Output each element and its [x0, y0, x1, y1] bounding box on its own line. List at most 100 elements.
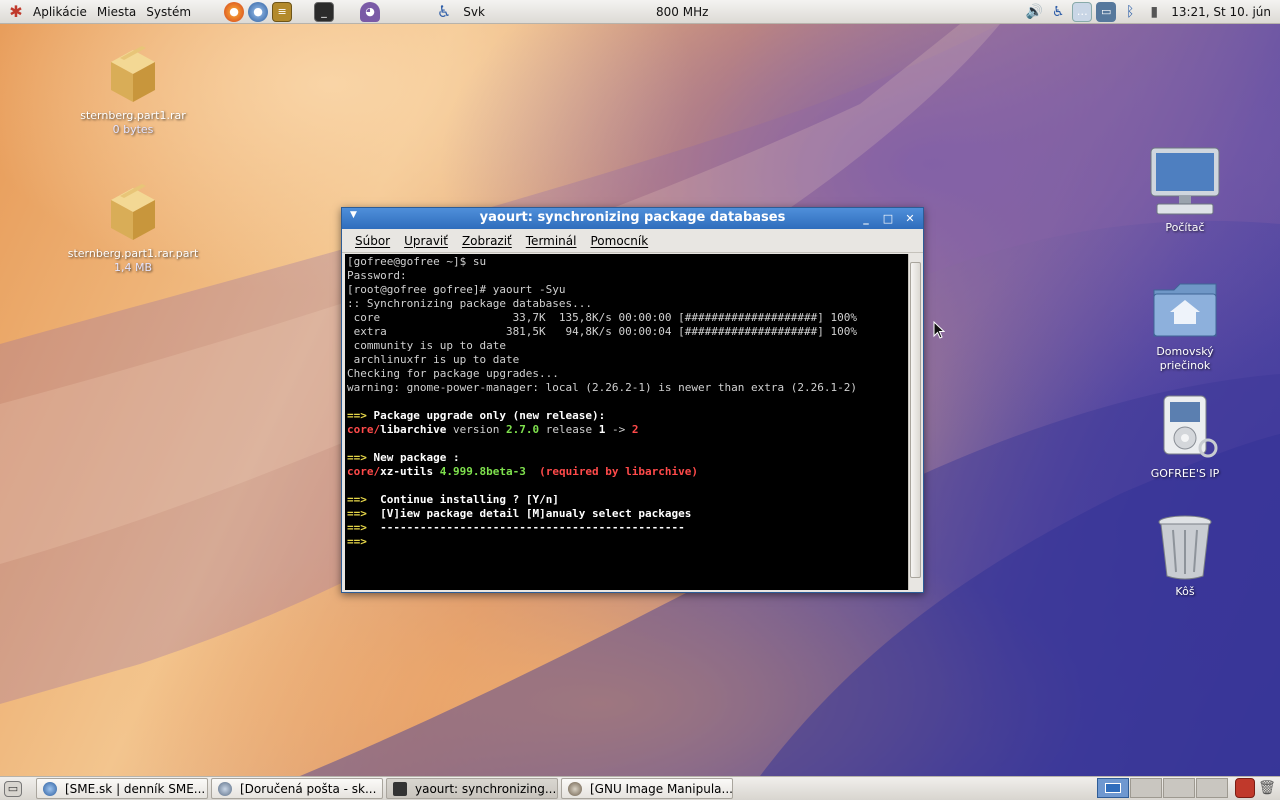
window-title: yaourt: synchronizing package databases: [479, 210, 786, 225]
taskbar-item-terminal[interactable]: yaourt: synchronizing...: [386, 778, 558, 799]
taskbar-item-gimp[interactable]: [GNU Image Manipula...: [561, 778, 733, 799]
show-desktop-icon[interactable]: ▭: [4, 780, 22, 797]
archive-icon: [111, 184, 155, 240]
terminal-line: archlinuxfr is up to date: [347, 353, 520, 366]
clock[interactable]: 13:21, St 10. jún: [1166, 5, 1276, 19]
chat-tray-icon[interactable]: …: [1072, 1, 1093, 22]
workspace-4[interactable]: [1196, 778, 1228, 798]
terminal-release: 2: [631, 423, 639, 436]
workspace-1[interactable]: [1097, 778, 1129, 798]
menu-file[interactable]: Súbor: [355, 234, 390, 248]
terminal-window[interactable]: ▼ yaourt: synchronizing package database…: [341, 207, 924, 593]
taskbar-item-label: [GNU Image Manipula...: [590, 781, 733, 796]
terminal-text: ----------------------------------------…: [380, 521, 685, 534]
mouse-cursor-icon: [933, 321, 945, 339]
accessibility-tray-icon[interactable]: ♿: [1048, 2, 1068, 22]
desktop-icon-sternberg-part1-rar-part[interactable]: sternberg.part1.rar.part 1,4 MB: [58, 182, 208, 275]
terminal-text: ->: [605, 423, 632, 436]
desktop-icon-home-folder[interactable]: Domovský priečinok: [1110, 280, 1260, 373]
network-tray-icon[interactable]: ▭: [1096, 1, 1117, 22]
maximize-button[interactable]: □: [879, 211, 897, 226]
terminal-text: [V]iew package detail [M]anualy select p…: [380, 507, 692, 520]
workspace-3[interactable]: [1163, 778, 1195, 798]
menu-view[interactable]: Zobraziť: [462, 234, 512, 248]
taskbar-item-firefox[interactable]: [SME.sk | denník SME...: [36, 778, 208, 799]
terminal-arrow: ==>: [347, 451, 367, 464]
bottom-panel: ▭ [SME.sk | denník SME... [Doručená pošt…: [0, 776, 1280, 800]
terminal-launcher-icon[interactable]: _: [314, 1, 335, 22]
close-button[interactable]: ✕: [901, 211, 919, 226]
terminal-line: [root@gofree gofree]# yaourt -Syu: [347, 283, 566, 296]
workspace-2[interactable]: [1130, 778, 1162, 798]
desktop-icon-label: Domovský priečinok: [1156, 345, 1214, 372]
firefox-icon: [43, 781, 57, 796]
workspace-window-thumb: [1105, 783, 1121, 793]
menu-applications[interactable]: Aplikácie: [28, 5, 92, 19]
volume-icon[interactable]: 🔊: [1024, 2, 1044, 22]
terminal-text: release: [539, 423, 599, 436]
terminal-line: warning: gnome-power-manager: local (2.2…: [347, 381, 857, 394]
terminal-line: core/libarchive version 2.7.0 release 1 …: [347, 423, 906, 437]
terminal-line: extra 381,5K 94,8K/s 00:00:04 [#########…: [347, 325, 857, 338]
terminal-arrow: ==>: [347, 409, 367, 422]
window-titlebar[interactable]: ▼ yaourt: synchronizing package database…: [342, 208, 923, 229]
thunderbird-launcher-icon[interactable]: ●: [248, 1, 269, 22]
desktop-icon-ipod[interactable]: GOFREE'S IP: [1110, 394, 1260, 481]
terminal-line: :: Synchronizing package databases...: [347, 297, 593, 310]
menu-system[interactable]: Systém: [141, 5, 196, 19]
taskbar-item-thunderbird[interactable]: [Doručená pošta - sk...: [211, 778, 383, 799]
desktop-icon-sternberg-part1-rar[interactable]: sternberg.part1.rar 0 bytes: [58, 44, 208, 137]
terminal-text: Package upgrade only (new release):: [373, 409, 606, 422]
terminal-line: [gofree@gofree ~]$ su: [347, 255, 487, 268]
desktop-icon-trash[interactable]: Kôš: [1110, 512, 1260, 599]
trash-icon: [1158, 515, 1212, 580]
computer-icon: [1150, 147, 1220, 215]
scrollbar-thumb[interactable]: [910, 262, 921, 578]
home-folder-icon: [1153, 283, 1217, 337]
terminal-scrollbar[interactable]: [908, 254, 921, 590]
menu-edit[interactable]: Upraviť: [404, 234, 448, 248]
terminal-repo: core/: [347, 465, 381, 478]
desktop-icon-label: Kôš: [1175, 585, 1195, 598]
terminal-output[interactable]: [gofree@gofree ~]$ su Password: [root@gofr…: [345, 254, 908, 590]
terminal-line: Checking for package upgrades...: [347, 367, 559, 380]
terminal-icon: [393, 781, 407, 796]
terminal-line: community is up to date: [347, 339, 506, 352]
menu-terminal[interactable]: Terminál: [526, 234, 577, 248]
thunderbird-icon: [218, 781, 232, 796]
firefox-launcher-icon[interactable]: ●: [224, 1, 245, 22]
terminal-line: core/xz-utils 4.999.8beta-3 (required by…: [347, 465, 906, 479]
terminal-text: (required by libarchive): [539, 465, 699, 478]
desktop-icon-label: sternberg.part1.rar.part: [67, 247, 199, 260]
bluetooth-icon[interactable]: ᛒ: [1120, 2, 1140, 22]
terminal-line: ==> Continue installing ? [Y/n]: [347, 493, 906, 507]
window-menubar: Súbor Upraviť Zobraziť Terminál Pomocník: [342, 229, 923, 253]
terminal-version: 4.999.8beta-3: [439, 465, 526, 478]
terminal-arrow: ==>: [347, 521, 367, 534]
cpu-frequency-indicator[interactable]: 800 MHz: [532, 5, 832, 19]
terminal-line: ==> Package upgrade only (new release):: [347, 409, 906, 423]
pidgin-launcher-icon[interactable]: ◕: [360, 1, 381, 22]
desktop-icon-size: 0 bytes: [112, 123, 154, 136]
terminal-text: Continue installing ? [Y/n]: [380, 493, 559, 506]
minimize-button[interactable]: _: [857, 211, 875, 226]
trash-applet-icon[interactable]: 🗑: [1257, 778, 1277, 798]
menu-places[interactable]: Miesta: [92, 5, 141, 19]
desktop-icon-computer[interactable]: Počítač: [1110, 146, 1260, 235]
battery-icon[interactable]: ▮: [1144, 2, 1164, 22]
desktop-icon-label: Počítač: [1165, 221, 1205, 234]
terminal-repo: core/: [347, 423, 381, 436]
notes-launcher-icon[interactable]: ≡: [272, 1, 293, 22]
notification-tray-icon[interactable]: [1235, 778, 1255, 798]
desktop-icon-label: GOFREE'S IP: [1150, 467, 1220, 480]
top-panel: ✱ Aplikácie Miesta Systém ● ● ≡ _ ◕ ♿ Sv…: [0, 0, 1280, 24]
menu-help[interactable]: Pomocník: [590, 234, 648, 248]
keyboard-layout-indicator[interactable]: Svk: [416, 5, 532, 19]
terminal-line: ==> [V]iew package detail [M]anualy sele…: [347, 507, 906, 521]
terminal-text: New package :: [373, 451, 460, 464]
archive-icon: [111, 46, 155, 102]
terminal-arrow: ==>: [347, 535, 367, 548]
gnome-foot-icon[interactable]: ✱: [6, 2, 26, 22]
desktop-icon-size: 1,4 MB: [113, 261, 153, 274]
taskbar-item-label: [Doručená pošta - sk...: [240, 781, 377, 796]
